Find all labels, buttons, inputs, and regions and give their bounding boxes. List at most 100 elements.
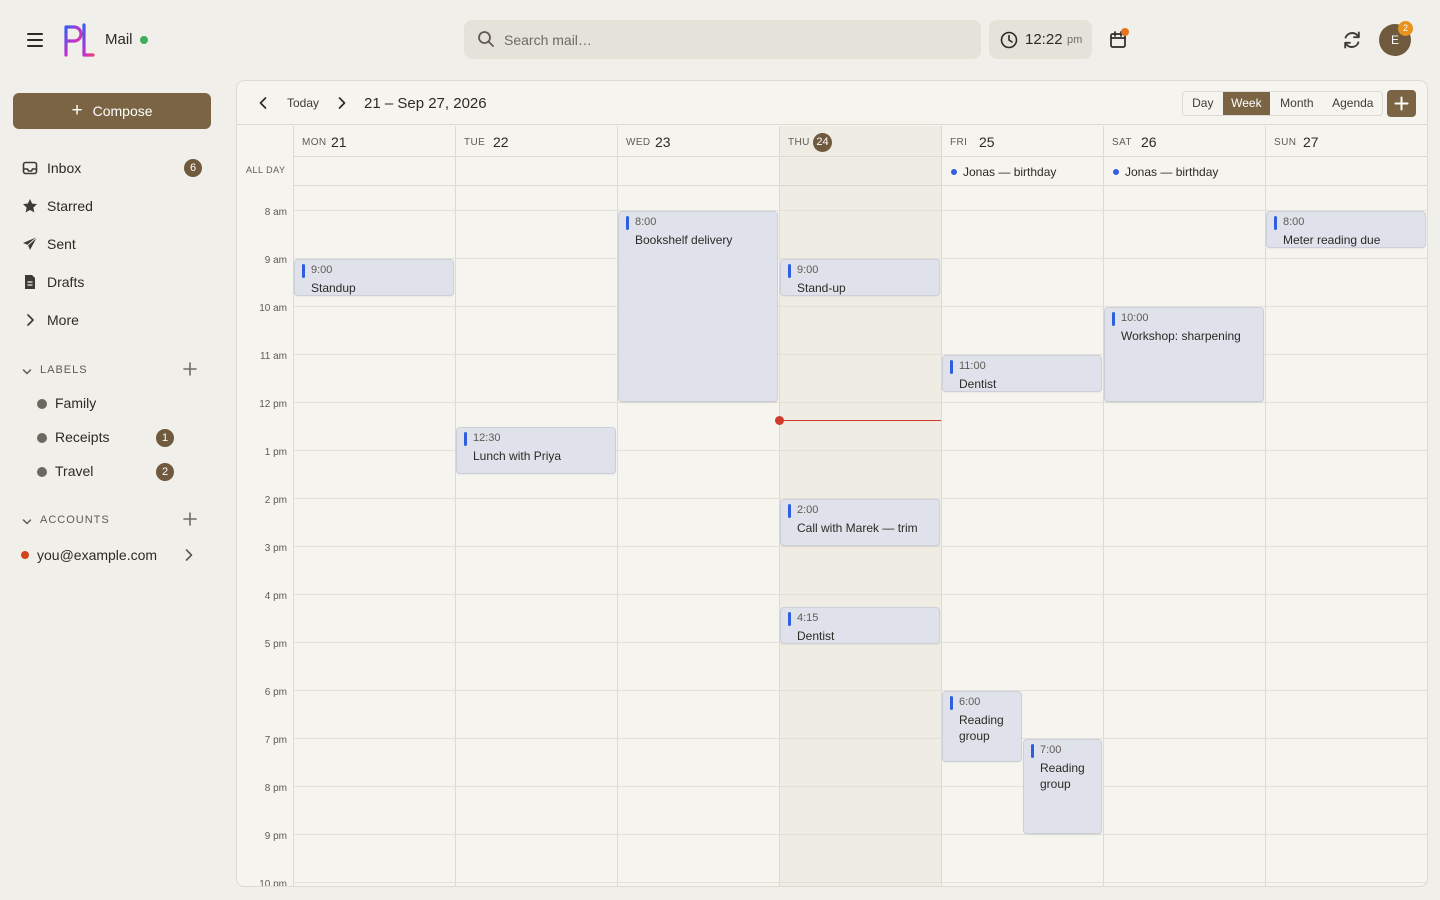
top-bar: Mail 12:22 pm E 2 <box>0 0 1440 80</box>
hour-label: 3 pm <box>264 543 287 554</box>
event-card[interactable]: 11:00 Dentist <box>942 355 1102 392</box>
event-title: Reading group <box>1040 761 1085 791</box>
account-email: you@example.com <box>37 547 158 563</box>
sidebar-item-drafts[interactable]: Drafts <box>13 266 211 298</box>
compose-button[interactable]: + Compose <box>13 93 211 129</box>
column-divider <box>1265 157 1266 886</box>
event-time: 12:30 <box>473 432 501 444</box>
labels-section-toggle[interactable]: LABELS <box>22 360 202 380</box>
accounts-heading: ACCOUNTS <box>40 514 110 526</box>
chevron-left-icon <box>259 97 267 109</box>
label-item-family[interactable]: Family <box>30 390 200 416</box>
event-color-bar <box>626 216 629 230</box>
event-time: 10:00 <box>1121 312 1149 324</box>
event-card[interactable]: 8:00 Meter reading due <box>1266 211 1426 248</box>
event-card[interactable]: 9:00 Stand-up <box>780 259 940 296</box>
event-card[interactable]: 2:00 Call with Marek — trim <box>780 499 940 546</box>
hour-label: 9 am <box>264 255 287 266</box>
label-name: Receipts <box>55 429 110 445</box>
event-card[interactable]: 8:00 Bookshelf delivery <box>618 211 778 402</box>
travel-count-badge: 2 <box>156 463 174 481</box>
day-header-mon[interactable]: MON 21 <box>293 126 455 157</box>
event-title: Reading group <box>959 713 1004 743</box>
sidebar-item-sent[interactable]: Sent <box>13 228 211 260</box>
day-of-week: FRI <box>950 137 968 148</box>
event-color-dot <box>951 169 957 175</box>
event-card[interactable]: 7:00 Reading group <box>1023 739 1102 834</box>
search-bar[interactable] <box>464 20 981 59</box>
week-grid: MON 21 TUE 22 WED 23 THU 24 FRI 25 SAT 2… <box>237 126 1427 887</box>
compose-label: Compose <box>92 103 153 119</box>
label-item-receipts[interactable]: Receipts 1 <box>30 424 200 450</box>
refresh-icon <box>1344 31 1360 49</box>
hour-label: 6 pm <box>264 687 287 698</box>
event-card[interactable]: 6:00 Reading group <box>942 691 1022 762</box>
hour-label: 1 pm <box>264 447 287 458</box>
hour-label: 2 pm <box>264 495 287 506</box>
day-header-tue[interactable]: TUE 22 <box>455 126 617 157</box>
hour-label: 9 pm <box>264 831 287 842</box>
event-card[interactable]: 10:00 Workshop: sharpening <box>1104 307 1264 402</box>
day-header-sun[interactable]: SUN 27 <box>1265 126 1427 157</box>
event-time: 4:15 <box>797 612 819 624</box>
draft-icon <box>22 274 38 290</box>
event-color-bar <box>302 264 305 278</box>
view-switcher: Day Week Month Agenda <box>1182 91 1383 116</box>
view-agenda-button[interactable]: Agenda <box>1324 92 1382 115</box>
search-input[interactable] <box>504 20 964 59</box>
day-header-sat[interactable]: SAT 26 <box>1103 126 1265 157</box>
label-item-travel[interactable]: Travel 2 <box>30 458 200 484</box>
account-status-dot <box>21 551 29 559</box>
all-day-event-title: Jonas — birthday <box>963 165 1057 179</box>
sidebar-item-inbox[interactable]: Inbox 6 <box>13 152 211 184</box>
event-card[interactable]: 9:00 Standup <box>294 259 454 296</box>
day-number: 25 <box>979 134 995 150</box>
account-item[interactable]: you@example.com <box>13 542 203 568</box>
event-card[interactable]: 4:15 Dentist <box>780 607 940 644</box>
view-day-button[interactable]: Day <box>1183 92 1223 115</box>
all-day-event[interactable]: Jonas — birthday <box>1113 165 1218 179</box>
hour-label: 10 am <box>259 303 287 314</box>
day-number: 21 <box>331 134 347 150</box>
hour-label: 10 pm <box>259 879 287 887</box>
event-time: 9:00 <box>311 264 333 276</box>
day-of-week: WED <box>626 137 651 148</box>
online-status-dot <box>140 36 148 44</box>
hamburger-menu-icon[interactable] <box>22 28 48 52</box>
view-month-button[interactable]: Month <box>1270 92 1323 115</box>
calendar-toolbar: Today 21 – Sep 27, 2026 Day Week Month A… <box>237 81 1427 125</box>
day-header-wed[interactable]: WED 23 <box>617 126 779 157</box>
hour-line <box>293 786 1427 787</box>
today-button[interactable]: Today <box>287 96 319 110</box>
add-event-button[interactable] <box>1387 90 1416 117</box>
column-divider <box>455 157 456 886</box>
hour-line <box>293 210 1427 211</box>
next-week-button[interactable] <box>334 94 350 112</box>
event-title: Meter reading due <box>1283 233 1381 247</box>
add-label-icon[interactable] <box>182 361 198 377</box>
event-color-bar <box>1112 312 1115 326</box>
event-color-bar <box>1031 744 1034 758</box>
accounts-section-toggle[interactable]: ACCOUNTS <box>22 510 202 530</box>
calendar-notification-dot <box>1121 28 1129 36</box>
clock-widget[interactable]: 12:22 pm <box>989 20 1092 59</box>
view-week-button[interactable]: Week <box>1222 92 1271 115</box>
sidebar-item-more[interactable]: More <box>13 304 211 336</box>
plus-icon: + <box>71 99 83 121</box>
event-color-bar <box>464 432 467 446</box>
hour-line <box>293 834 1427 835</box>
calendar-button[interactable] <box>1106 28 1130 52</box>
hour-label: 5 pm <box>264 639 287 650</box>
previous-week-button[interactable] <box>255 94 271 112</box>
sidebar-item-starred[interactable]: Starred <box>13 190 211 222</box>
day-header-fri[interactable]: FRI 25 <box>941 126 1103 157</box>
event-color-bar <box>788 264 791 278</box>
day-of-week: SAT <box>1112 137 1132 148</box>
refresh-button[interactable] <box>1340 28 1364 52</box>
add-account-icon[interactable] <box>182 511 198 527</box>
hour-line <box>293 594 1427 595</box>
all-day-event[interactable]: Jonas — birthday <box>951 165 1056 179</box>
event-card[interactable]: 12:30 Lunch with Priya <box>456 427 616 474</box>
day-header-thu[interactable]: THU 24 <box>779 126 941 157</box>
event-color-dot <box>1113 169 1119 175</box>
